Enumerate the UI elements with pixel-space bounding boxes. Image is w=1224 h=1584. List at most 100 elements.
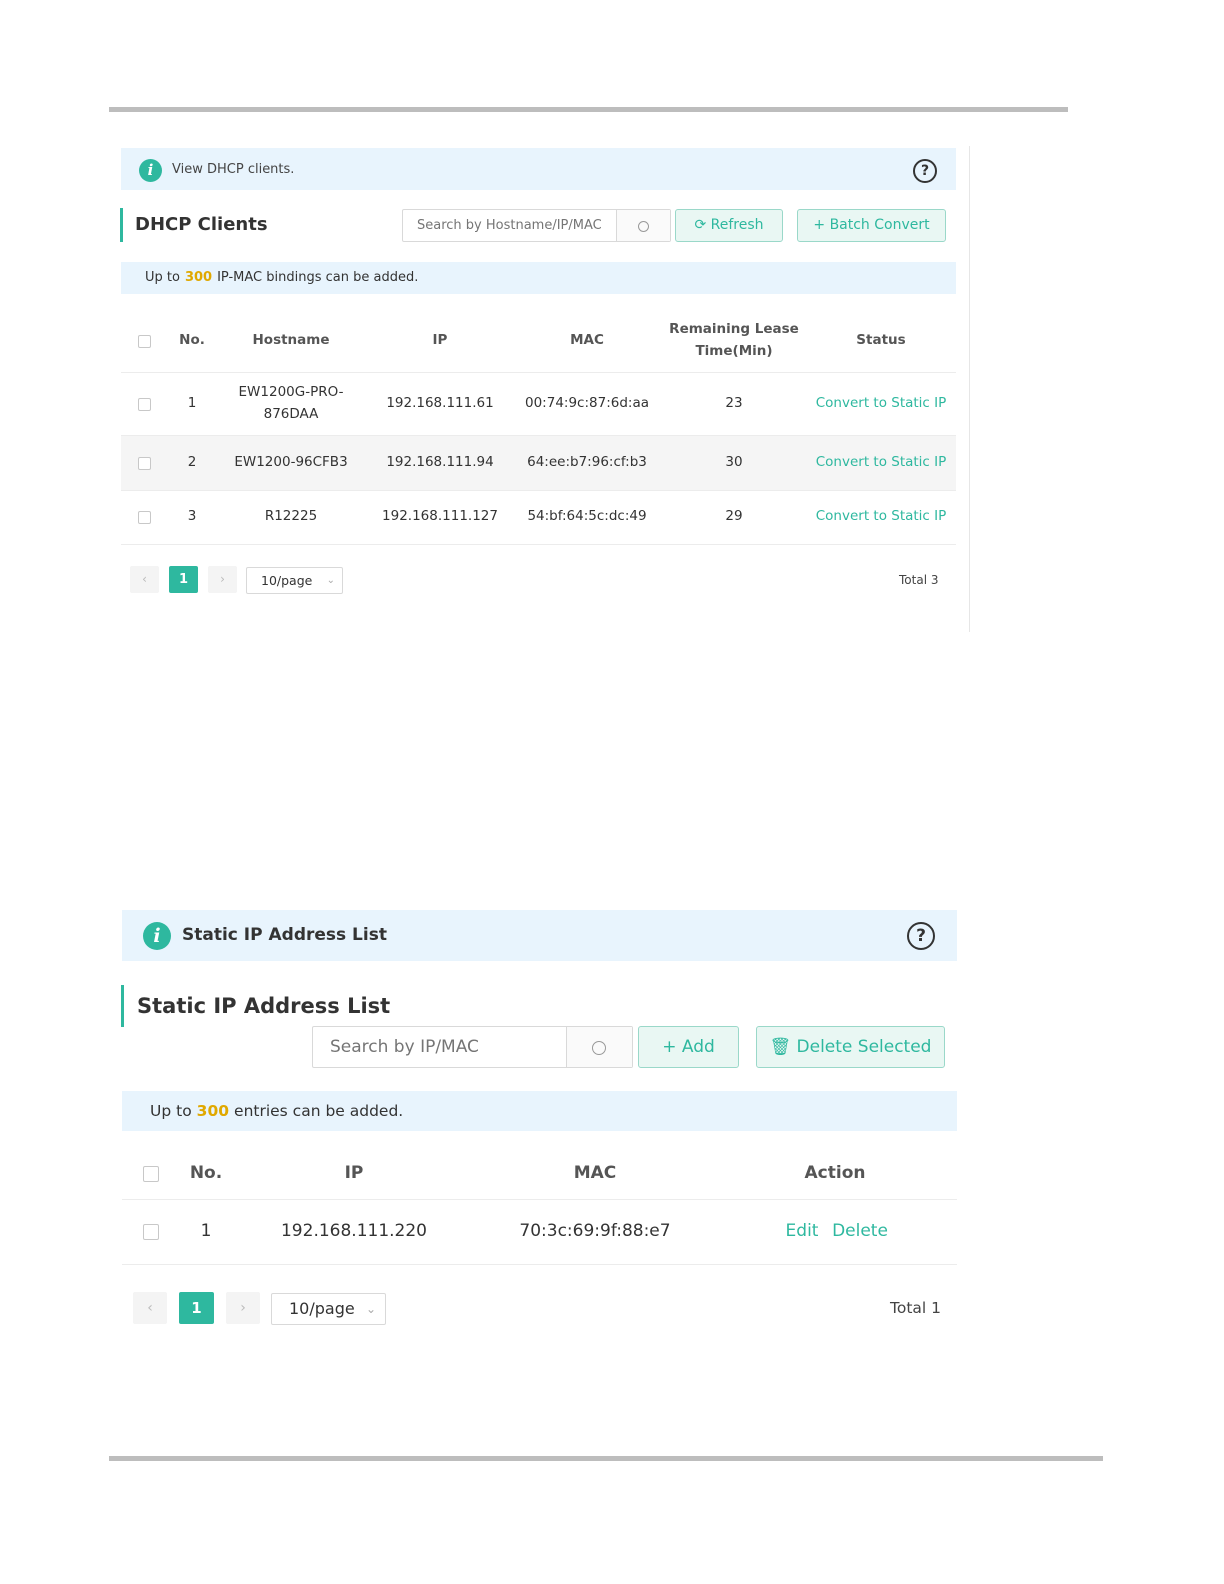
dhcp-search-box — [402, 209, 671, 242]
select-all-checkbox[interactable] — [143, 1166, 159, 1182]
table-row: 3 R12225 192.168.111.127 54:bf:64:5c:dc:… — [121, 491, 956, 545]
question-circle-icon[interactable]: ? — [907, 922, 935, 950]
pagination-next-button[interactable]: › — [226, 1292, 260, 1324]
row-checkbox[interactable] — [138, 511, 151, 524]
notice-suffix: entries can be added. — [234, 1102, 404, 1120]
info-icon: i — [143, 922, 171, 950]
pagination-total: Total 3 — [899, 573, 939, 587]
info-icon: i — [139, 159, 162, 182]
static-ip-panel: i Static IP Address List ? Static IP Add… — [121, 909, 961, 1339]
add-button[interactable]: + Add — [638, 1026, 739, 1068]
row-ip: 192.168.111.220 — [280, 1221, 428, 1241]
table-row: 2 EW1200-96CFB3 192.168.111.94 64:ee:b7:… — [121, 436, 956, 491]
col-mac: MAC — [573, 1163, 617, 1183]
page-size-select[interactable]: 10/page ⌄ — [271, 1293, 386, 1325]
dhcp-clients-panel: i View DHCP clients. ? DHCP Clients ⟳ Re… — [120, 146, 970, 632]
static-search-button[interactable] — [566, 1027, 632, 1067]
select-all-checkbox[interactable] — [138, 335, 151, 348]
row-ip: 192.168.111.127 — [382, 508, 498, 524]
row-lease: 30 — [725, 454, 743, 470]
col-mac: MAC — [570, 332, 604, 348]
col-lease-line1: Remaining Lease — [669, 321, 799, 337]
dhcp-search-button[interactable] — [616, 210, 670, 241]
refresh-label: Refresh — [710, 217, 764, 233]
row-no: 1 — [187, 395, 197, 411]
row-mac: 54:bf:64:5c:dc:49 — [527, 508, 647, 524]
notice-count: 300 — [196, 1102, 230, 1120]
table-row: 1 EW1200G-PRO- 876DAA 192.168.111.61 00:… — [121, 373, 956, 436]
static-search-input[interactable] — [313, 1027, 567, 1067]
edit-link[interactable]: Edit — [786, 1221, 819, 1241]
row-checkbox[interactable] — [143, 1224, 159, 1240]
row-mac: 64:ee:b7:96:cf:b3 — [527, 454, 647, 470]
convert-to-static-ip-link[interactable]: Convert to Static IP — [816, 508, 947, 524]
pagination-prev-button[interactable]: ‹ — [133, 1292, 167, 1324]
search-icon — [592, 1041, 606, 1055]
row-checkbox[interactable] — [138, 457, 151, 470]
dhcp-info-text: View DHCP clients. — [172, 162, 295, 177]
delete-link[interactable]: Delete — [832, 1221, 888, 1241]
row-no: 1 — [200, 1221, 212, 1241]
static-entries-notice: Up to 300 entries can be added. — [122, 1091, 957, 1131]
row-lease: 29 — [725, 508, 743, 524]
col-action: Action — [804, 1163, 866, 1183]
row-hostname-line2: 876DAA — [263, 406, 319, 422]
plus-icon: + — [662, 1037, 677, 1057]
notice-count: 300 — [184, 270, 213, 285]
col-ip: IP — [432, 332, 448, 348]
trash-icon: 🗑 — [769, 1037, 792, 1057]
notice-prefix: Up to — [145, 270, 180, 285]
convert-to-static-ip-link[interactable]: Convert to Static IP — [816, 395, 947, 411]
page-size-select[interactable]: 10/page ⌄ — [246, 567, 343, 594]
col-no: No. — [189, 1163, 223, 1183]
col-lease-line2: Time(Min) — [695, 343, 773, 359]
chevron-down-icon: ⌄ — [326, 575, 335, 586]
panel-divider — [969, 146, 970, 632]
row-no: 3 — [187, 508, 197, 524]
chevron-down-icon: ⌄ — [365, 1302, 376, 1316]
col-hostname: Hostname — [252, 332, 330, 348]
refresh-icon: ⟳ — [694, 217, 707, 233]
batch-convert-button[interactable]: + Batch Convert — [797, 209, 946, 242]
row-checkbox[interactable] — [138, 398, 151, 411]
page-size-value: 10/page — [289, 1299, 355, 1318]
table-row: 1 192.168.111.220 70:3c:69:9f:88:e7 Edit… — [122, 1200, 957, 1265]
row-mac: 70:3c:69:9f:88:e7 — [519, 1221, 671, 1241]
row-hostname: R12225 — [264, 508, 318, 524]
static-search-box — [312, 1026, 633, 1068]
row-hostname: EW1200-96CFB3 — [234, 454, 348, 470]
col-no: No. — [179, 332, 205, 348]
row-ip: 192.168.111.61 — [386, 395, 494, 411]
dhcp-info-bar: i View DHCP clients. ? — [121, 148, 956, 190]
pagination-prev-button[interactable]: ‹ — [130, 566, 159, 593]
search-icon — [638, 221, 649, 232]
notice-suffix: IP-MAC bindings can be added. — [217, 270, 419, 285]
notice-prefix: Up to — [150, 1102, 192, 1120]
delete-selected-label: Delete Selected — [796, 1037, 932, 1057]
row-mac: 00:74:9c:87:6d:aa — [525, 395, 649, 411]
pagination-page-1[interactable]: 1 — [179, 1292, 214, 1324]
convert-to-static-ip-link[interactable]: Convert to Static IP — [816, 454, 947, 470]
page-size-value: 10/page — [261, 573, 313, 588]
refresh-button[interactable]: ⟳ Refresh — [675, 209, 783, 242]
table-header-row: No. IP MAC Action — [122, 1143, 957, 1200]
col-ip: IP — [344, 1163, 364, 1183]
plus-icon: + — [813, 217, 826, 233]
pagination-total: Total 1 — [890, 1299, 941, 1317]
table-header-row: No. Hostname IP MAC Remaining Lease Time… — [121, 308, 956, 373]
page-top-rule — [109, 107, 1068, 112]
dhcp-search-input[interactable] — [403, 210, 617, 241]
row-ip: 192.168.111.94 — [386, 454, 494, 470]
batch-convert-label: Batch Convert — [829, 217, 930, 233]
delete-selected-button[interactable]: 🗑 Delete Selected — [756, 1026, 945, 1068]
question-circle-icon[interactable]: ? — [913, 159, 937, 183]
page-bottom-rule — [109, 1456, 1103, 1461]
row-no: 2 — [187, 454, 197, 470]
pagination-next-button[interactable]: › — [208, 566, 237, 593]
pagination-page-1[interactable]: 1 — [169, 566, 198, 593]
add-label: Add — [681, 1037, 715, 1057]
dhcp-clients-title: DHCP Clients — [120, 208, 268, 242]
row-hostname-line1: EW1200G-PRO- — [238, 384, 344, 400]
row-lease: 23 — [725, 395, 743, 411]
col-status: Status — [856, 332, 906, 348]
